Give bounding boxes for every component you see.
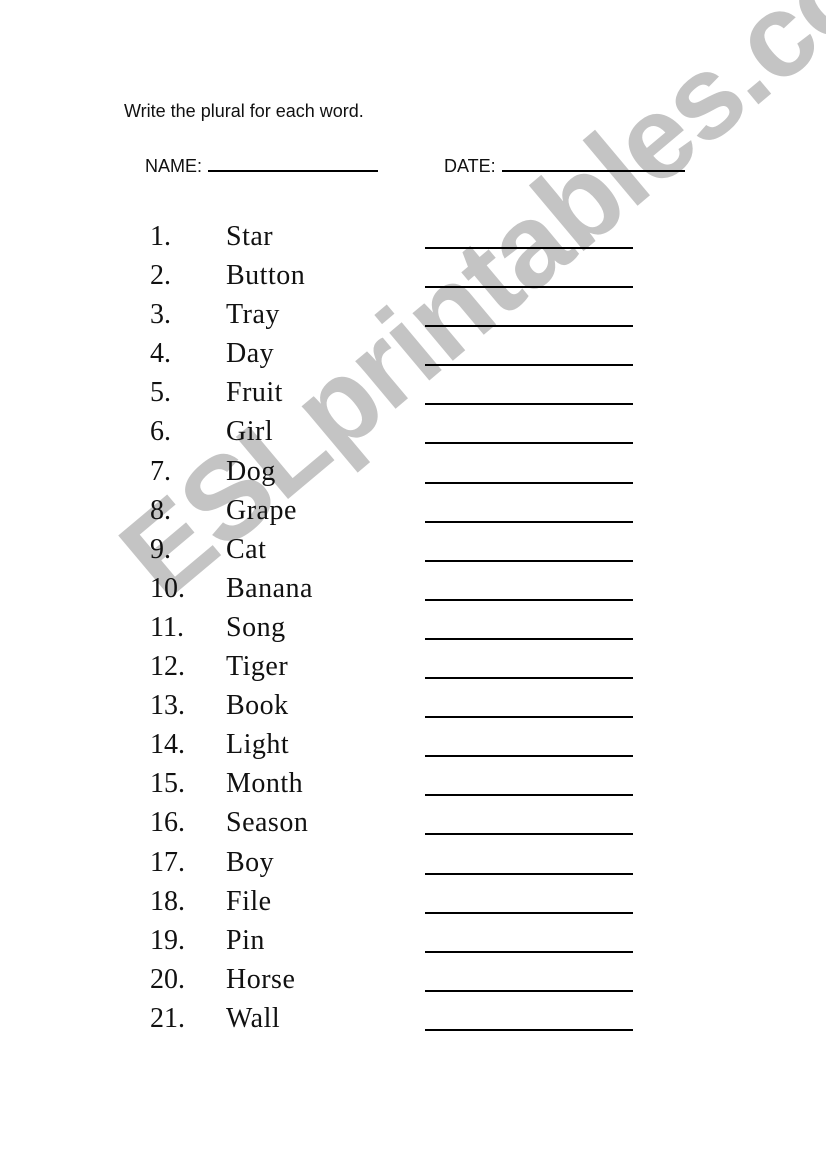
item-number: 9. bbox=[150, 533, 171, 565]
item-word: Season bbox=[226, 807, 309, 839]
list-item: 10. Banana bbox=[150, 571, 650, 610]
answer-blank[interactable] bbox=[425, 1028, 633, 1031]
item-word: Book bbox=[226, 690, 289, 722]
list-item: 5. Fruit bbox=[150, 375, 650, 414]
answer-blank[interactable] bbox=[425, 833, 633, 836]
list-item: 21. Wall bbox=[150, 1001, 650, 1040]
list-item: 1. Star bbox=[150, 219, 650, 258]
item-word: Boy bbox=[226, 846, 275, 878]
item-word: Fruit bbox=[226, 377, 283, 409]
item-word: Tiger bbox=[226, 651, 289, 683]
item-number: 6. bbox=[150, 416, 171, 448]
item-number: 21. bbox=[150, 1002, 185, 1034]
list-item: 4. Day bbox=[150, 336, 650, 375]
name-blank-line[interactable] bbox=[208, 152, 379, 172]
item-number: 20. bbox=[150, 963, 185, 995]
item-number: 10. bbox=[150, 572, 185, 604]
list-item: 15. Month bbox=[150, 766, 650, 805]
item-word: Girl bbox=[226, 416, 274, 448]
answer-blank[interactable] bbox=[425, 755, 633, 758]
list-item: 3. Tray bbox=[150, 297, 650, 336]
item-word: Banana bbox=[226, 572, 313, 604]
answer-blank[interactable] bbox=[425, 637, 633, 640]
answer-blank[interactable] bbox=[425, 442, 633, 445]
list-item: 16. Season bbox=[150, 805, 650, 844]
name-field[interactable]: NAME: bbox=[145, 152, 379, 177]
answer-blank[interactable] bbox=[425, 716, 633, 719]
date-field[interactable]: DATE: bbox=[444, 152, 685, 177]
item-word: Song bbox=[226, 611, 286, 643]
answer-blank[interactable] bbox=[425, 794, 633, 797]
answer-blank[interactable] bbox=[425, 247, 633, 249]
list-item: 2. Button bbox=[150, 258, 650, 297]
date-label: DATE: bbox=[444, 156, 496, 176]
answer-blank[interactable] bbox=[425, 911, 633, 914]
worksheet-page: ESLprintables.com Write the plural for e… bbox=[0, 0, 826, 1169]
answer-blank[interactable] bbox=[425, 325, 633, 328]
item-number: 16. bbox=[150, 807, 185, 839]
item-word: Grape bbox=[226, 494, 297, 526]
item-number: 4. bbox=[150, 338, 171, 370]
item-number: 1. bbox=[150, 221, 171, 252]
item-word: Wall bbox=[226, 1002, 281, 1034]
item-word: Horse bbox=[226, 963, 296, 995]
item-word: Tray bbox=[226, 299, 280, 331]
list-item: 14. Light bbox=[150, 727, 650, 766]
item-number: 7. bbox=[150, 455, 171, 487]
item-word: Star bbox=[226, 221, 274, 252]
answer-blank[interactable] bbox=[425, 950, 633, 953]
item-number: 18. bbox=[150, 885, 185, 917]
item-word: Light bbox=[226, 729, 290, 761]
answer-blank[interactable] bbox=[425, 677, 633, 680]
answer-blank[interactable] bbox=[425, 403, 633, 406]
answer-blank[interactable] bbox=[425, 286, 633, 289]
answer-blank[interactable] bbox=[425, 520, 633, 523]
item-number: 12. bbox=[150, 651, 185, 683]
list-item: 6. Girl bbox=[150, 414, 650, 453]
list-item: 7. Dog bbox=[150, 454, 650, 493]
item-number: 13. bbox=[150, 690, 185, 722]
list-item: 18. File bbox=[150, 884, 650, 923]
answer-blank[interactable] bbox=[425, 872, 633, 875]
list-item: 12. Tiger bbox=[150, 649, 650, 688]
item-number: 2. bbox=[150, 260, 171, 292]
answer-blank[interactable] bbox=[425, 481, 633, 484]
item-word: File bbox=[226, 885, 272, 917]
date-blank-line[interactable] bbox=[501, 152, 685, 172]
item-number: 5. bbox=[150, 377, 171, 409]
answer-blank[interactable] bbox=[425, 989, 633, 992]
list-item: 20. Horse bbox=[150, 962, 650, 1001]
item-word: Month bbox=[226, 768, 304, 800]
item-number: 11. bbox=[150, 611, 184, 643]
list-item: 17. Boy bbox=[150, 845, 650, 884]
item-number: 8. bbox=[150, 494, 171, 526]
word-list: 1. Star 2. Button 3. Tray 4. Day 5. Fruit 6. G… bbox=[150, 219, 650, 1040]
item-number: 15. bbox=[150, 768, 185, 800]
answer-blank[interactable] bbox=[425, 598, 633, 601]
item-word: Dog bbox=[226, 455, 276, 487]
item-number: 14. bbox=[150, 729, 185, 761]
list-item: 11. Song bbox=[150, 610, 650, 649]
item-word: Day bbox=[226, 338, 275, 370]
list-item: 8. Grape bbox=[150, 493, 650, 532]
item-number: 19. bbox=[150, 924, 185, 956]
answer-blank[interactable] bbox=[425, 364, 633, 367]
item-word: Button bbox=[226, 260, 306, 292]
answer-blank[interactable] bbox=[425, 559, 633, 562]
list-item: 9. Cat bbox=[150, 532, 650, 571]
name-label: NAME: bbox=[145, 156, 203, 176]
list-item: 19. Pin bbox=[150, 923, 650, 962]
item-word: Pin bbox=[226, 924, 265, 956]
item-word: Cat bbox=[226, 533, 267, 565]
instruction-text: Write the plural for each word. bbox=[124, 101, 364, 121]
list-item: 13. Book bbox=[150, 688, 650, 727]
item-number: 17. bbox=[150, 846, 185, 878]
item-number: 3. bbox=[150, 299, 171, 331]
